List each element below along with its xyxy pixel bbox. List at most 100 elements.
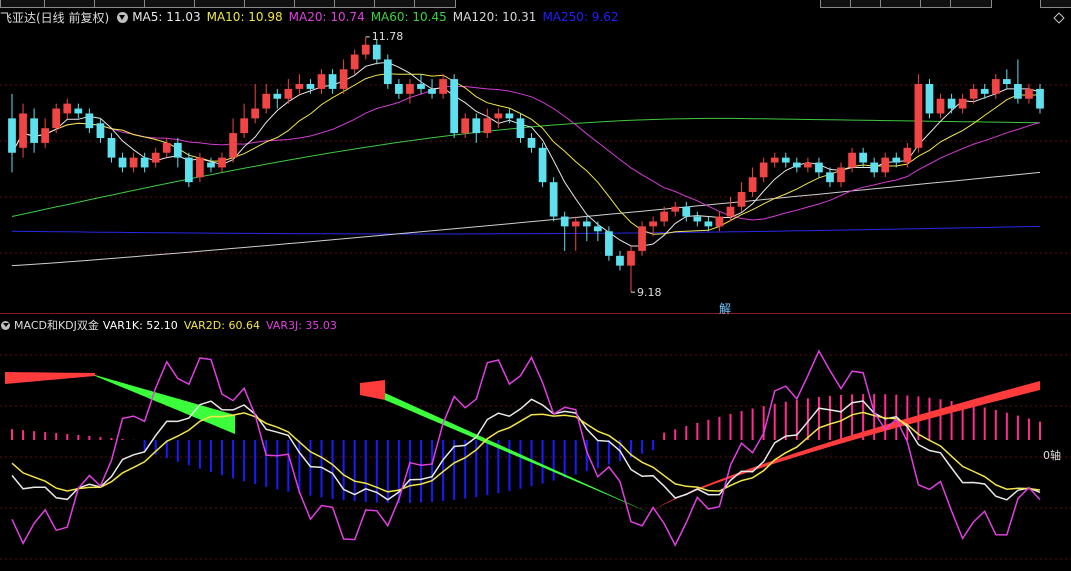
- candle-body: [162, 142, 171, 153]
- candle-body: [671, 206, 680, 212]
- candle-body: [30, 118, 38, 143]
- candle-body: [328, 74, 337, 89]
- candle-body: [770, 157, 779, 163]
- candle-body: [1025, 88, 1033, 99]
- candle-body: [627, 250, 635, 266]
- candle-body: [936, 98, 945, 114]
- candle-body: [63, 103, 72, 114]
- candle-body: [969, 88, 978, 99]
- candle-body: [826, 172, 834, 183]
- candle-body: [395, 84, 403, 94]
- ma250-line: [11, 225, 1041, 235]
- candle-body: [549, 182, 558, 217]
- candle-body: [350, 54, 359, 70]
- unlock-marker-label[interactable]: 解: [719, 300, 731, 317]
- chart-canvas[interactable]: [0, 0, 1071, 571]
- candle-body: [140, 157, 149, 168]
- candle-body: [196, 157, 204, 178]
- candle-body: [151, 152, 160, 163]
- candle-body: [284, 88, 293, 99]
- candle-body: [428, 88, 436, 94]
- candle-body: [527, 138, 536, 148]
- candle-body: [593, 226, 602, 232]
- candle-body: [759, 162, 768, 178]
- candle-body: [704, 221, 713, 227]
- candle-body: [682, 206, 691, 217]
- candle-body: [1014, 84, 1022, 99]
- candle-body: [715, 216, 724, 227]
- candle-body: [96, 123, 105, 138]
- candle-body: [107, 138, 116, 158]
- high-price-label: 11.78: [371, 29, 404, 43]
- candle-body: [638, 226, 646, 251]
- candle-body: [295, 84, 304, 89]
- candle-body: [129, 157, 138, 168]
- candle-body: [649, 221, 657, 227]
- candle-body: [903, 147, 912, 163]
- candle-body: [980, 88, 989, 94]
- candle-body: [19, 113, 27, 148]
- low-price-label: 9.18: [637, 286, 662, 300]
- ma10-line: [11, 73, 1041, 235]
- candle-body: [417, 84, 425, 89]
- candle-body: [494, 113, 503, 119]
- candle-body: [781, 157, 790, 163]
- macd-band-up: [650, 381, 1040, 513]
- candle-body: [361, 44, 370, 55]
- candle-body: [804, 162, 812, 168]
- ma20-line: [11, 86, 1041, 221]
- candle-body: [450, 79, 459, 134]
- candle-body: [383, 59, 392, 84]
- macd-band-up: [360, 380, 385, 400]
- candle-body: [184, 157, 193, 183]
- candle-body: [660, 211, 669, 222]
- candle-body: [815, 162, 823, 173]
- candle-body: [74, 108, 83, 114]
- candle-body: [560, 216, 569, 227]
- candle-body: [472, 118, 481, 134]
- candle-body: [991, 79, 1000, 94]
- candle-body: [439, 79, 447, 94]
- candle-body: [925, 84, 934, 114]
- candle-body: [41, 128, 50, 143]
- zero-axis-label: 0轴: [1043, 449, 1061, 462]
- candle-body: [881, 157, 890, 173]
- candle-body: [8, 118, 16, 153]
- macd-band-down: [95, 375, 235, 434]
- candle-body: [240, 118, 248, 134]
- candle-body: [85, 113, 94, 129]
- candle-body: [406, 84, 414, 94]
- candle-body: [914, 84, 923, 148]
- candle-body: [848, 152, 856, 168]
- candle-body: [605, 231, 613, 256]
- candle-body: [737, 192, 746, 207]
- candle-body: [837, 167, 845, 183]
- candle-body: [461, 118, 470, 134]
- candle-body: [958, 98, 967, 109]
- candle-body: [218, 157, 226, 168]
- candle-body: [372, 44, 381, 60]
- candle-body: [726, 206, 735, 217]
- candle-body: [306, 84, 315, 89]
- candle-body: [317, 74, 326, 89]
- candle-body: [792, 162, 801, 168]
- candle-body: [571, 221, 580, 227]
- candle-body: [582, 221, 591, 227]
- candle-body: [748, 177, 757, 192]
- candle-body: [505, 113, 514, 119]
- candle-body: [538, 147, 547, 183]
- ma5-line: [11, 61, 1041, 247]
- candle-body: [1002, 79, 1011, 84]
- candle-body: [339, 69, 348, 89]
- candle-body: [173, 142, 182, 158]
- candle-body: [892, 157, 901, 163]
- macd-band-up: [5, 372, 95, 384]
- candle-body: [483, 118, 492, 134]
- candle-body: [616, 255, 624, 266]
- candle-body: [262, 93, 271, 109]
- candle-body: [229, 133, 237, 158]
- candle-body: [251, 108, 260, 119]
- candle-body: [947, 98, 956, 109]
- candle-body: [516, 118, 525, 138]
- candle-body: [870, 162, 879, 173]
